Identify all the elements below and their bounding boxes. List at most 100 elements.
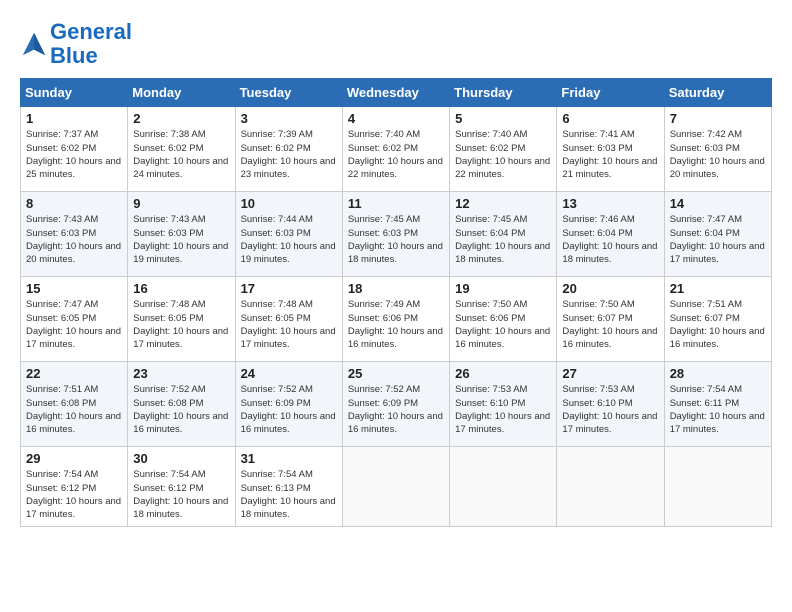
day-number: 31 [241, 451, 337, 466]
day-info: Sunrise: 7:54 AMSunset: 6:11 PMDaylight:… [670, 383, 766, 436]
calendar-cell: 15 Sunrise: 7:47 AMSunset: 6:05 PMDayligh… [21, 277, 128, 362]
day-info: Sunrise: 7:48 AMSunset: 6:05 PMDaylight:… [133, 298, 229, 351]
day-number: 18 [348, 281, 444, 296]
day-number: 10 [241, 196, 337, 211]
day-number: 8 [26, 196, 122, 211]
day-number: 17 [241, 281, 337, 296]
day-number: 28 [670, 366, 766, 381]
calendar-cell: 5Sunrise: 7:40 AMSunset: 6:02 PMDaylight… [450, 107, 557, 192]
day-number: 9 [133, 196, 229, 211]
day-info: Sunrise: 7:48 AMSunset: 6:05 PMDaylight:… [241, 298, 337, 351]
calendar-cell [450, 447, 557, 526]
day-number: 2 [133, 111, 229, 126]
calendar-cell: 10Sunrise: 7:44 AMSunset: 6:03 PMDayligh… [235, 192, 342, 277]
calendar-cell: 16 Sunrise: 7:48 AMSunset: 6:05 PMDayligh… [128, 277, 235, 362]
calendar-week-3: 15 Sunrise: 7:47 AMSunset: 6:05 PMDayligh… [21, 277, 772, 362]
day-info: Sunrise: 7:47 AMSunset: 6:05 PMDaylight:… [26, 298, 122, 351]
day-number: 3 [241, 111, 337, 126]
day-info: Sunrise: 7:50 AMSunset: 6:07 PMDaylight:… [562, 298, 658, 351]
day-header-sunday: Sunday [21, 79, 128, 107]
logo: General Blue [20, 20, 132, 68]
calendar-cell: 18 Sunrise: 7:49 AMSunset: 6:06 PMDayligh… [342, 277, 449, 362]
day-info: Sunrise: 7:53 AMSunset: 6:10 PMDaylight:… [455, 383, 551, 436]
day-number: 25 [348, 366, 444, 381]
calendar-cell: 29 Sunrise: 7:54 AMSunset: 6:12 PMDayligh… [21, 447, 128, 526]
day-number: 19 [455, 281, 551, 296]
day-header-tuesday: Tuesday [235, 79, 342, 107]
day-info: Sunrise: 7:49 AMSunset: 6:06 PMDaylight:… [348, 298, 444, 351]
calendar-cell: 8 Sunrise: 7:43 AMSunset: 6:03 PMDaylight… [21, 192, 128, 277]
day-number: 22 [26, 366, 122, 381]
day-header-monday: Monday [128, 79, 235, 107]
calendar-cell [664, 447, 771, 526]
calendar-week-5: 29 Sunrise: 7:54 AMSunset: 6:12 PMDayligh… [21, 447, 772, 526]
day-header-wednesday: Wednesday [342, 79, 449, 107]
day-info: Sunrise: 7:51 AMSunset: 6:08 PMDaylight:… [26, 383, 122, 436]
day-number: 7 [670, 111, 766, 126]
calendar-cell: 24 Sunrise: 7:52 AMSunset: 6:09 PMDayligh… [235, 362, 342, 447]
day-number: 12 [455, 196, 551, 211]
day-number: 24 [241, 366, 337, 381]
day-number: 5 [455, 111, 551, 126]
page-header: General Blue [20, 20, 772, 68]
logo-icon [20, 30, 48, 58]
calendar-cell: 17 Sunrise: 7:48 AMSunset: 6:05 PMDayligh… [235, 277, 342, 362]
calendar-cell: 3Sunrise: 7:39 AMSunset: 6:02 PMDaylight… [235, 107, 342, 192]
day-header-friday: Friday [557, 79, 664, 107]
calendar-cell: 11Sunrise: 7:45 AMSunset: 6:03 PMDayligh… [342, 192, 449, 277]
day-info: Sunrise: 7:54 AMSunset: 6:12 PMDaylight:… [26, 468, 122, 521]
day-info: Sunrise: 7:43 AMSunset: 6:03 PMDaylight:… [26, 213, 122, 266]
logo-text: General Blue [50, 20, 132, 68]
day-info: Sunrise: 7:43 AMSunset: 6:03 PMDaylight:… [133, 213, 229, 266]
calendar-cell: 7Sunrise: 7:42 AMSunset: 6:03 PMDaylight… [664, 107, 771, 192]
day-number: 14 [670, 196, 766, 211]
day-info: Sunrise: 7:37 AMSunset: 6:02 PMDaylight:… [26, 128, 122, 181]
day-info: Sunrise: 7:40 AMSunset: 6:02 PMDaylight:… [348, 128, 444, 181]
calendar-cell: 13 Sunrise: 7:46 AMSunset: 6:04 PMDayligh… [557, 192, 664, 277]
day-number: 30 [133, 451, 229, 466]
day-info: Sunrise: 7:41 AMSunset: 6:03 PMDaylight:… [562, 128, 658, 181]
calendar-cell: 25 Sunrise: 7:52 AMSunset: 6:09 PMDayligh… [342, 362, 449, 447]
calendar-cell: 19Sunrise: 7:50 AMSunset: 6:06 PMDayligh… [450, 277, 557, 362]
day-info: Sunrise: 7:52 AMSunset: 6:08 PMDaylight:… [133, 383, 229, 436]
day-info: Sunrise: 7:46 AMSunset: 6:04 PMDaylight:… [562, 213, 658, 266]
day-number: 16 [133, 281, 229, 296]
day-info: Sunrise: 7:38 AMSunset: 6:02 PMDaylight:… [133, 128, 229, 181]
day-number: 13 [562, 196, 658, 211]
calendar-cell: 30 Sunrise: 7:54 AMSunset: 6:12 PMDayligh… [128, 447, 235, 526]
calendar-week-1: 1 Sunrise: 7:37 AMSunset: 6:02 PMDaylight… [21, 107, 772, 192]
calendar-cell: 1 Sunrise: 7:37 AMSunset: 6:02 PMDaylight… [21, 107, 128, 192]
day-info: Sunrise: 7:52 AMSunset: 6:09 PMDaylight:… [241, 383, 337, 436]
calendar-cell: 28 Sunrise: 7:54 AMSunset: 6:11 PMDayligh… [664, 362, 771, 447]
day-number: 1 [26, 111, 122, 126]
calendar-cell: 2 Sunrise: 7:38 AMSunset: 6:02 PMDaylight… [128, 107, 235, 192]
calendar-cell: 27 Sunrise: 7:53 AMSunset: 6:10 PMDayligh… [557, 362, 664, 447]
calendar-cell: 26Sunrise: 7:53 AMSunset: 6:10 PMDayligh… [450, 362, 557, 447]
day-number: 11 [348, 196, 444, 211]
calendar-body: 1 Sunrise: 7:37 AMSunset: 6:02 PMDaylight… [21, 107, 772, 526]
calendar-cell: 14 Sunrise: 7:47 AMSunset: 6:04 PMDayligh… [664, 192, 771, 277]
day-info: Sunrise: 7:53 AMSunset: 6:10 PMDaylight:… [562, 383, 658, 436]
calendar-table: SundayMondayTuesdayWednesdayThursdayFrid… [20, 78, 772, 526]
calendar-cell: 12 Sunrise: 7:45 AMSunset: 6:04 PMDayligh… [450, 192, 557, 277]
day-info: Sunrise: 7:52 AMSunset: 6:09 PMDaylight:… [348, 383, 444, 436]
day-info: Sunrise: 7:51 AMSunset: 6:07 PMDaylight:… [670, 298, 766, 351]
day-info: Sunrise: 7:47 AMSunset: 6:04 PMDaylight:… [670, 213, 766, 266]
day-info: Sunrise: 7:54 AMSunset: 6:12 PMDaylight:… [133, 468, 229, 521]
calendar-cell: 31Sunrise: 7:54 AMSunset: 6:13 PMDayligh… [235, 447, 342, 526]
calendar-cell [342, 447, 449, 526]
day-number: 23 [133, 366, 229, 381]
day-info: Sunrise: 7:45 AMSunset: 6:04 PMDaylight:… [455, 213, 551, 266]
calendar-cell: 23 Sunrise: 7:52 AMSunset: 6:08 PMDayligh… [128, 362, 235, 447]
calendar-cell: 22 Sunrise: 7:51 AMSunset: 6:08 PMDayligh… [21, 362, 128, 447]
day-number: 6 [562, 111, 658, 126]
day-number: 27 [562, 366, 658, 381]
day-number: 29 [26, 451, 122, 466]
calendar-cell: 6 Sunrise: 7:41 AMSunset: 6:03 PMDaylight… [557, 107, 664, 192]
calendar-cell: 9 Sunrise: 7:43 AMSunset: 6:03 PMDaylight… [128, 192, 235, 277]
day-number: 15 [26, 281, 122, 296]
day-header-saturday: Saturday [664, 79, 771, 107]
calendar-cell: 4Sunrise: 7:40 AMSunset: 6:02 PMDaylight… [342, 107, 449, 192]
day-number: 20 [562, 281, 658, 296]
calendar-cell [557, 447, 664, 526]
